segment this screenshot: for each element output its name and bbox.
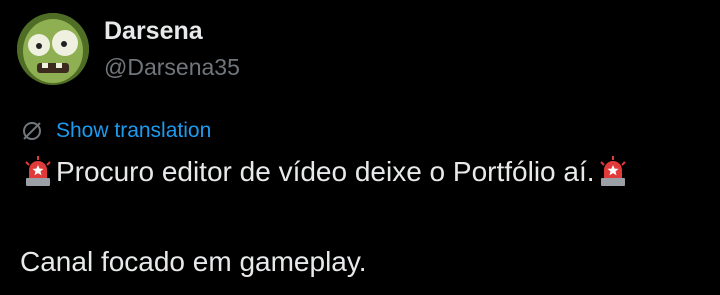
tweet-text-line-2: Canal focado em gameplay. xyxy=(20,246,367,277)
police-siren-icon xyxy=(595,154,631,190)
zombie-avatar-icon xyxy=(17,13,89,85)
display-name[interactable]: Darsena xyxy=(104,14,203,48)
police-siren-icon xyxy=(20,154,56,190)
globe-slash-icon xyxy=(23,122,41,140)
show-translation-label[interactable]: Show translation xyxy=(56,117,211,145)
tweet-text-line-1: Procuro editor de vídeo deixe o Portfóli… xyxy=(20,154,631,190)
show-translation-link[interactable]: Show translation xyxy=(20,117,211,145)
avatar[interactable] xyxy=(17,13,89,85)
tweet-text-main: Procuro editor de vídeo deixe o Portfóli… xyxy=(56,156,595,187)
user-handle[interactable]: @Darsena35 xyxy=(104,50,240,84)
